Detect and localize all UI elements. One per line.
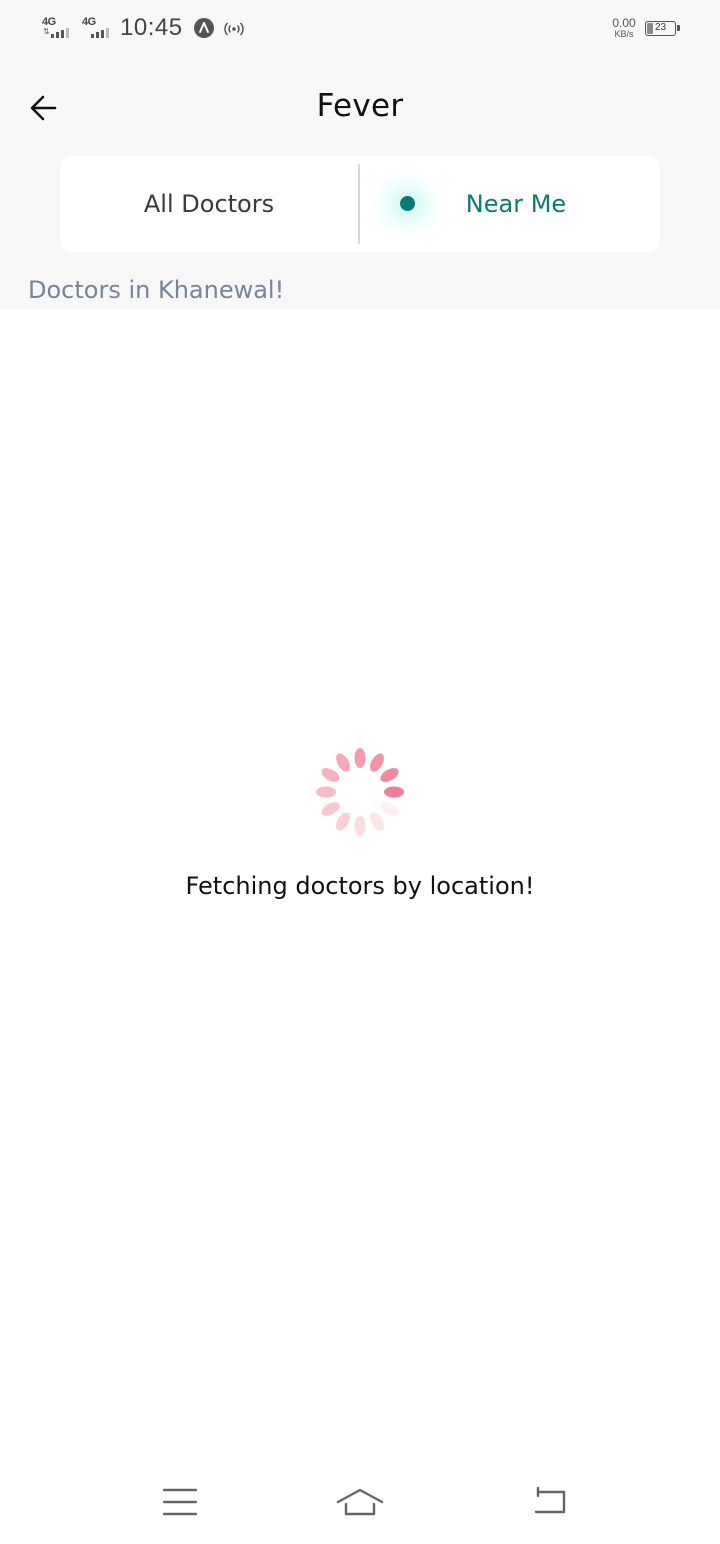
spinner-petal [384, 786, 404, 798]
spinner-petal [354, 748, 366, 768]
tab-label: Near Me [465, 190, 567, 218]
back-nav-button[interactable] [522, 1478, 574, 1526]
home-icon [336, 1488, 384, 1516]
tab-label: All Doctors [143, 190, 275, 218]
network-speed-unit: KB/s [614, 29, 634, 39]
spinner-petal [336, 812, 350, 831]
spinner-petal [336, 753, 350, 772]
spinner-petal [380, 802, 399, 816]
spinner-petal [354, 816, 366, 836]
radio-selected-icon [400, 196, 415, 211]
status-bar: 4G ⇅ 4G 10:45 0.00 KB/s 23 [0, 0, 720, 58]
spinner-petal [370, 812, 384, 831]
tab-group: All Doctors Near Me [60, 156, 660, 252]
loading-message: Fetching doctors by location! [185, 872, 535, 900]
spinner-petal [321, 802, 340, 816]
spinner-petal [380, 768, 399, 782]
tab-all-doctors[interactable]: All Doctors [60, 156, 358, 252]
menu-button[interactable] [154, 1478, 206, 1526]
spinner-petal [316, 786, 336, 798]
home-button[interactable] [334, 1478, 386, 1526]
tab-near-me[interactable]: Near Me [360, 156, 660, 252]
back-icon [534, 1486, 566, 1514]
battery-level: 23 [654, 22, 667, 33]
battery-icon: 23 [645, 21, 680, 36]
spinner-petal [321, 768, 340, 782]
page-title: Fever [316, 88, 404, 124]
status-time: 10:45 [120, 14, 183, 41]
sim2-network-label: 4G [82, 16, 96, 28]
menu-icon [162, 1488, 198, 1516]
location-heading: Doctors in Khanewal! [28, 276, 285, 304]
arrow-left-icon [30, 95, 57, 121]
signal-icon: 4G ⇅ [42, 16, 76, 40]
hotspot-icon [222, 18, 246, 38]
spinner-petal [370, 753, 384, 772]
back-button[interactable] [24, 88, 68, 128]
network-speed: 0.00 KB/s [606, 17, 642, 39]
app-notification-icon [194, 18, 214, 38]
signal-icon: 4G [82, 16, 116, 40]
loading-spinner-icon [316, 748, 404, 836]
navigation-bar [0, 1460, 720, 1544]
network-speed-value: 0.00 [612, 16, 636, 30]
